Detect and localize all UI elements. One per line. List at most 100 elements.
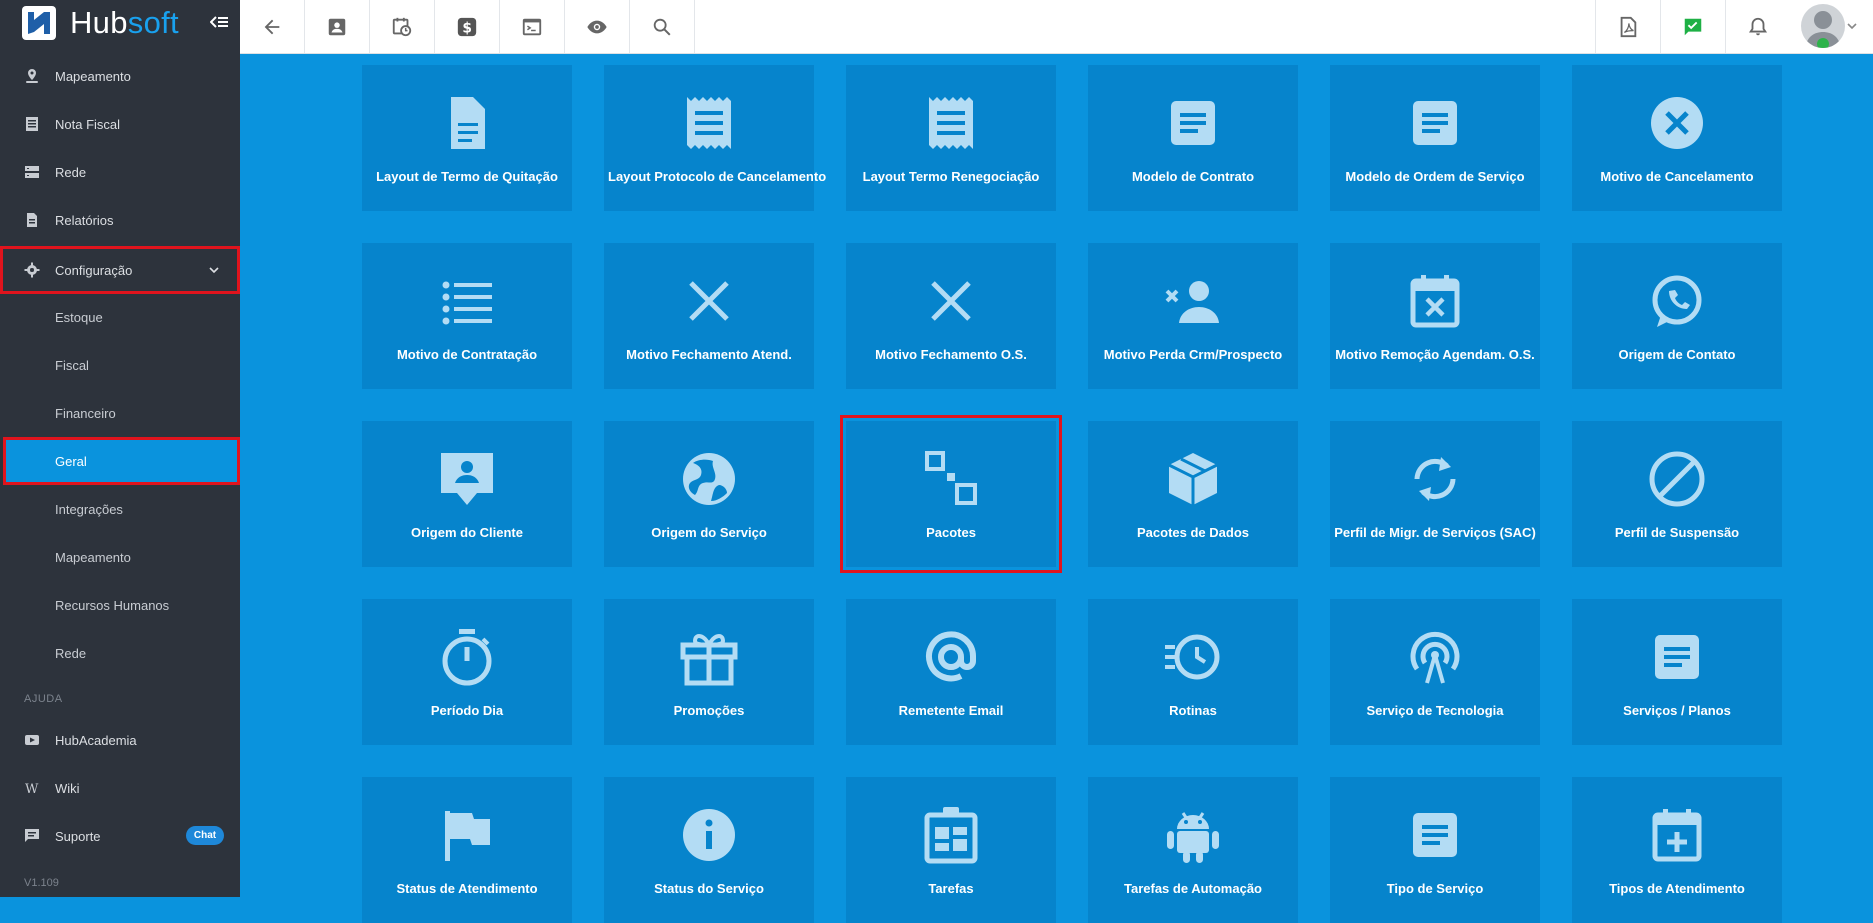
contact-chat-icon [441,453,493,505]
hubsoft-logo-icon [22,6,56,40]
settings-tile[interactable]: Motivo de Cancelamento [1572,65,1782,211]
settings-tile[interactable]: Serviço de Tecnologia [1330,599,1540,745]
flag-icon [445,811,490,861]
tile-label: Layout Termo Renegociação [862,169,1040,184]
settings-tile[interactable]: Layout de Termo de Quitação [362,65,572,211]
schedule-button[interactable] [370,0,435,53]
tile-label: Perfil de Migr. de Serviços (SAC) [1334,525,1536,540]
sidebar-item-label: Mapeamento [55,549,131,565]
tile-label: Modelo de Contrato [1131,169,1255,184]
pdf-button[interactable] [1595,0,1660,53]
sidebar-subitem-geral[interactable]: Geral [3,437,240,485]
financial-button[interactable]: $ [435,0,500,53]
settings-tile[interactable]: Origem do Serviço [604,421,814,567]
tile-label: Tarefas [928,881,974,896]
sidebar-subitem-integracoes[interactable]: Integrações [0,485,240,533]
tile-label: Remetente Email [898,703,1004,718]
notifications-button[interactable] [1725,0,1790,53]
settings-tile[interactable]: Promoções [604,599,814,745]
server-icon [25,166,39,178]
avatar[interactable] [1801,4,1845,48]
tasks-button[interactable] [1660,0,1725,53]
settings-tile[interactable]: Pacotes de Dados [1088,421,1298,567]
sidebar-item-mapeamento[interactable]: Mapeamento [0,52,240,100]
tile-label: Status de Atendimento [396,881,538,896]
tile-label: Motivo de Cancelamento [1600,169,1754,184]
whatsapp-icon [1652,275,1702,327]
settings-tile[interactable]: Serviços / Planos [1572,599,1782,745]
settings-tile[interactable]: Pacotes [840,415,1062,573]
sidebar-item-suporte[interactable]: Suporte Chat [0,812,240,860]
settings-tile[interactable]: Motivo Fechamento Atend. [604,243,814,389]
tile-label: Serviços / Planos [1623,703,1731,718]
timer-icon [442,629,492,686]
tile-label: Período Dia [430,703,504,718]
article-icon [1413,813,1457,857]
tile-label: Modelo de Ordem de Serviço [1345,169,1525,184]
clients-button[interactable] [305,0,370,53]
settings-tile[interactable]: Motivo de Contratação [362,243,572,389]
calendar-clock-icon [392,17,412,36]
history-icon [1165,634,1220,680]
settings-tile[interactable]: Origem de Contato [1572,243,1782,389]
settings-tile[interactable]: Tarefas [846,777,1056,923]
sidebar-subitem-financeiro[interactable]: Financeiro [0,389,240,437]
tile-label: Motivo Remoção Agendam. O.S. [1335,347,1535,362]
chevron-down-icon[interactable] [1846,20,1858,32]
sidebar-item-relatorios[interactable]: Relatórios [0,196,240,244]
settings-tile[interactable]: Tipos de Atendimento [1572,777,1782,923]
settings-tile[interactable]: Layout Protocolo de Cancelamento [604,65,827,211]
close-icon [689,281,729,321]
tile-label: Origem de Contato [1618,347,1736,362]
settings-tile[interactable]: Tarefas de Automação [1088,777,1298,923]
sidebar-item-rede[interactable]: Rede [0,148,240,196]
settings-tile[interactable]: Perfil de Suspensão [1572,421,1782,567]
tile-label: Layout Protocolo de Cancelamento [608,169,827,184]
logo[interactable]: Hubsoft [22,4,179,42]
article-icon [1413,101,1457,145]
settings-tile[interactable]: Origem do Cliente [362,421,572,567]
sidebar-item-hubacademia[interactable]: HubAcademia [0,716,240,764]
view-button[interactable] [565,0,630,53]
chat-badge[interactable]: Chat [186,826,224,845]
user-avatar-icon [1805,11,1841,48]
settings-tile[interactable]: Período Dia [362,599,572,745]
settings-tile[interactable]: Status do Serviço [604,777,814,923]
settings-tile[interactable]: Modelo de Contrato [1088,65,1298,211]
tile-label: Pacotes [926,525,976,540]
gear-icon [24,262,40,278]
settings-tile[interactable]: Tipo de Serviço [1330,777,1540,923]
tile-label: Perfil de Suspensão [1614,525,1740,540]
sidebar-item-configuracao[interactable]: Configuração [0,246,240,294]
box-icon [1168,453,1218,505]
sidebar-subitem-estoque[interactable]: Estoque [0,293,240,341]
settings-tile[interactable]: Perfil de Migr. de Serviços (SAC) [1330,421,1540,567]
settings-tile[interactable]: Motivo Remoção Agendam. O.S. [1330,243,1540,389]
antenna-icon [1410,631,1460,684]
settings-tile[interactable]: Rotinas [1088,599,1298,745]
settings-tile[interactable]: Modelo de Ordem de Serviço [1330,65,1540,211]
back-button[interactable] [240,0,305,53]
sidebar-subitem-rede[interactable]: Rede [0,629,240,677]
collapse-menu-icon[interactable] [210,12,228,32]
sidebar-subitem-mapeamento[interactable]: Mapeamento [0,533,240,581]
calendar-x-icon [1410,275,1460,328]
terminal-button[interactable] [500,0,565,53]
sidebar-subitem-fiscal[interactable]: Fiscal [0,341,240,389]
tile-label: Tipo de Serviço [1386,881,1484,896]
sidebar-subitem-recursos-humanos[interactable]: Recursos Humanos [0,581,240,629]
search-button[interactable] [630,0,695,53]
help-section-title: AJUDA [24,693,63,705]
tile-label: Tipos de Atendimento [1609,881,1745,896]
settings-tile[interactable]: Status de Atendimento [362,777,572,923]
sidebar-item-label: Fiscal [55,357,89,373]
tile-label: Motivo de Contratação [396,347,538,362]
settings-tile[interactable]: Motivo Perda Crm/Prospecto [1088,243,1298,389]
sidebar-item-wiki[interactable]: W Wiki [0,764,240,812]
settings-tile[interactable]: Motivo Fechamento O.S. [846,243,1056,389]
settings-tile[interactable]: Layout Termo Renegociação [846,65,1056,211]
dashboard-icon [924,807,978,864]
sidebar-item-nota-fiscal[interactable]: Nota Fiscal [0,100,240,148]
receipt-icon [687,97,731,149]
settings-tile[interactable]: Remetente Email [846,599,1056,745]
